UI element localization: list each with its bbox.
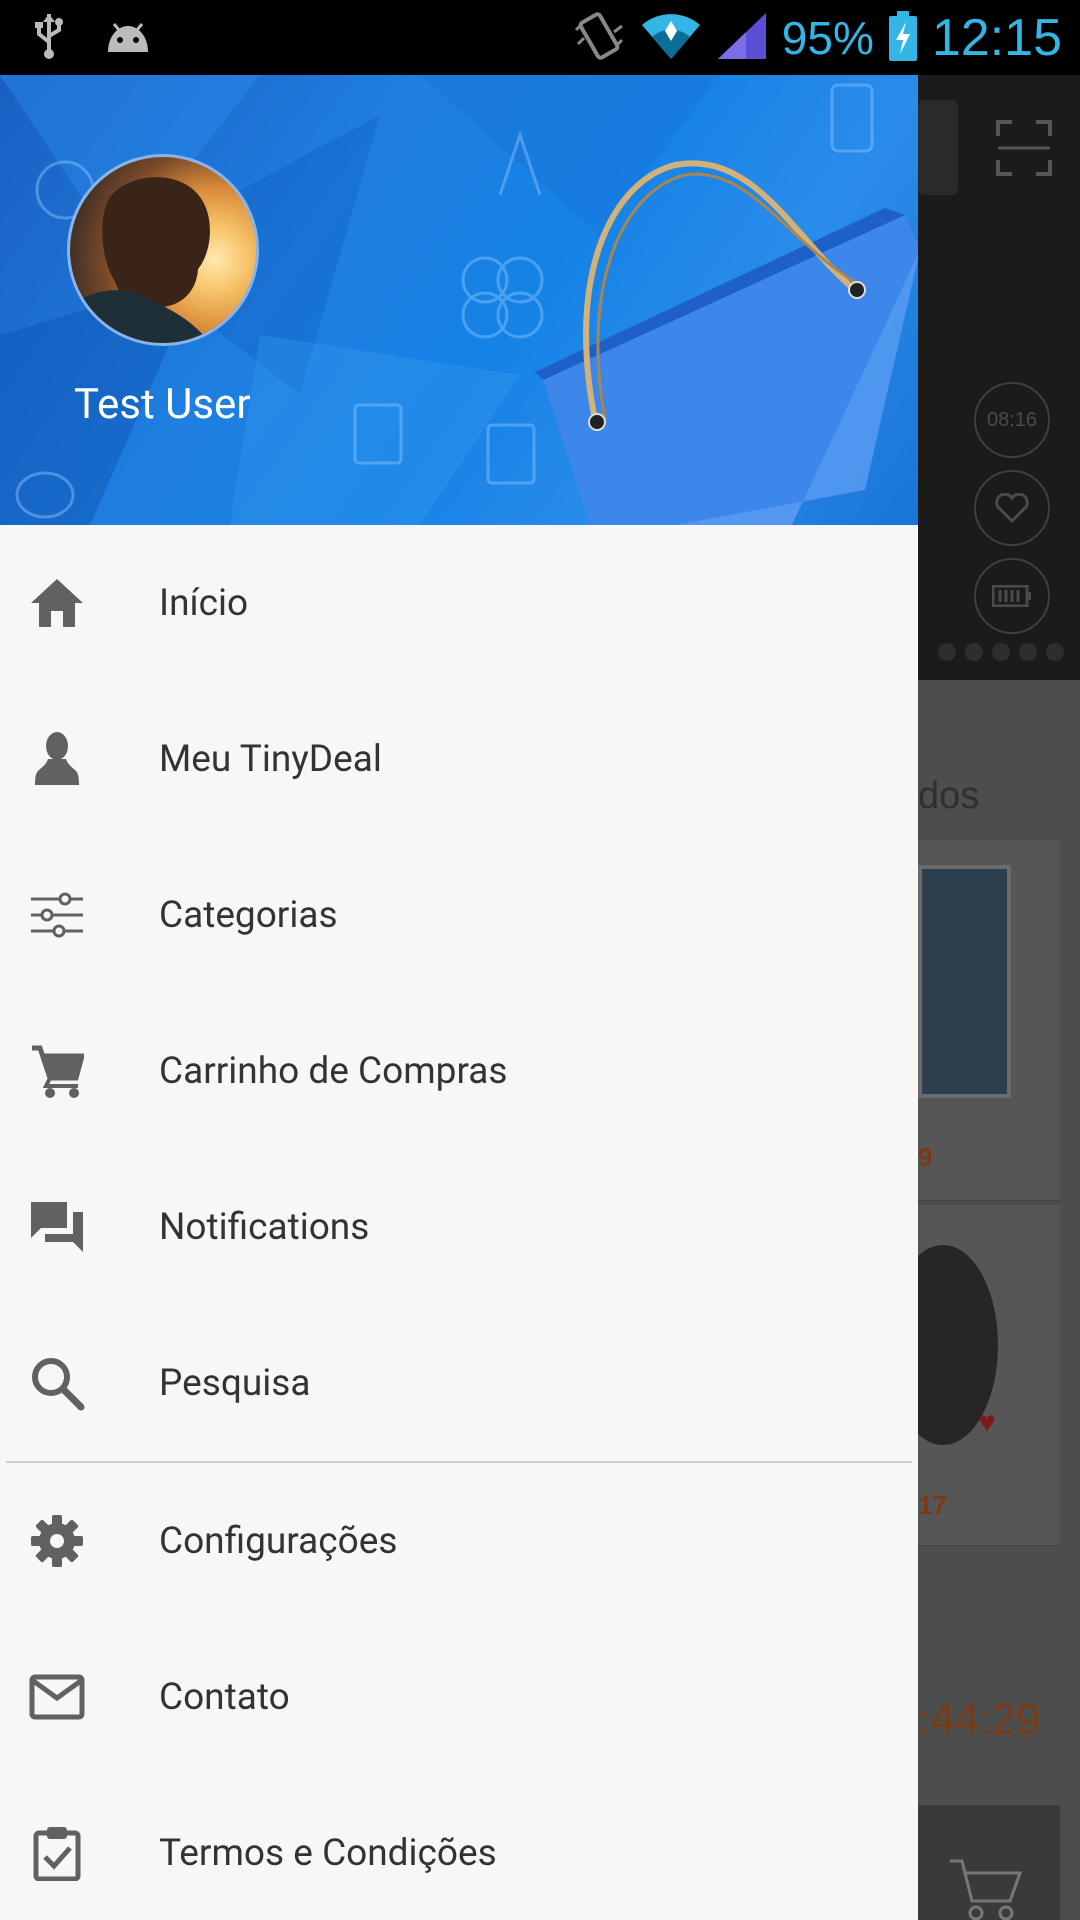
menu-item-label: Carrinho de Compras [159,1049,508,1093]
person-icon [26,728,88,790]
menu-item-categorias[interactable]: Categorias [0,837,918,993]
home-icon [26,572,88,634]
bg-countdown: :44:29 [918,1695,1041,1744]
navigation-drawer: Test User Início Meu TinyDeal Categorias… [0,75,918,1920]
scan-icon [996,120,1052,176]
bg-price-2: 17 [918,1490,947,1520]
usb-icon [34,12,64,64]
menu-item-carrinho[interactable]: Carrinho de Compras [0,993,918,1149]
drawer-menu: Início Meu TinyDeal Categorias Carrinho … [0,525,918,1920]
menu-item-label: Categorias [159,893,338,937]
carousel-dots [938,643,1064,661]
sliders-icon [26,884,88,946]
bg-product-card [918,840,1060,1201]
menu-item-notifications[interactable]: Notifications [0,1149,918,1305]
clock: 12:15 [931,9,1062,67]
clipboard-check-icon [26,1822,88,1884]
menu-item-label: Pesquisa [159,1361,311,1405]
menu-item-label: Meu TinyDeal [159,737,382,781]
gear-icon [26,1510,88,1572]
chat-icon [26,1196,88,1258]
menu-item-label: Início [159,581,249,625]
bg-section-title: dos [918,775,980,817]
heart-icon [974,470,1050,546]
bg-watch-time: 08:16 [974,382,1050,458]
signal-icon [716,11,768,65]
floating-cart-icon [950,1859,1023,1920]
battery-icon [974,558,1050,634]
search-icon [26,1352,88,1414]
menu-item-label: Contato [159,1675,290,1719]
cart-icon [26,1040,88,1102]
menu-item-configuracoes[interactable]: Configurações [0,1463,918,1619]
menu-item-contato[interactable]: Contato [0,1619,918,1775]
shopping-bag-icon [535,160,918,525]
menu-item-termos[interactable]: Termos e Condições [0,1775,918,1920]
android-debug-icon [104,18,152,58]
battery-charging-icon [888,10,918,66]
user-name[interactable]: Test User [74,380,251,429]
background-app-content: 08:16 dos 9 ♥ 17 :44:29 [918,75,1080,1920]
vibrate-icon [572,10,626,66]
mail-icon [26,1666,88,1728]
menu-item-label: Configurações [159,1519,398,1563]
menu-item-inicio[interactable]: Início [0,525,918,681]
battery-percent: 95% [781,12,874,64]
bg-search-bar [918,100,958,195]
wifi-icon [640,11,702,65]
menu-item-label: Termos e Condições [159,1831,497,1875]
menu-item-pesquisa[interactable]: Pesquisa [0,1305,918,1461]
menu-item-meu-tinydeal[interactable]: Meu TinyDeal [0,681,918,837]
status-bar: 95% 12:15 [0,0,1080,75]
bg-price-1: 9 [918,1142,933,1172]
menu-item-label: Notifications [159,1205,370,1249]
drawer-header: Test User [0,75,918,525]
user-avatar[interactable] [67,154,259,346]
